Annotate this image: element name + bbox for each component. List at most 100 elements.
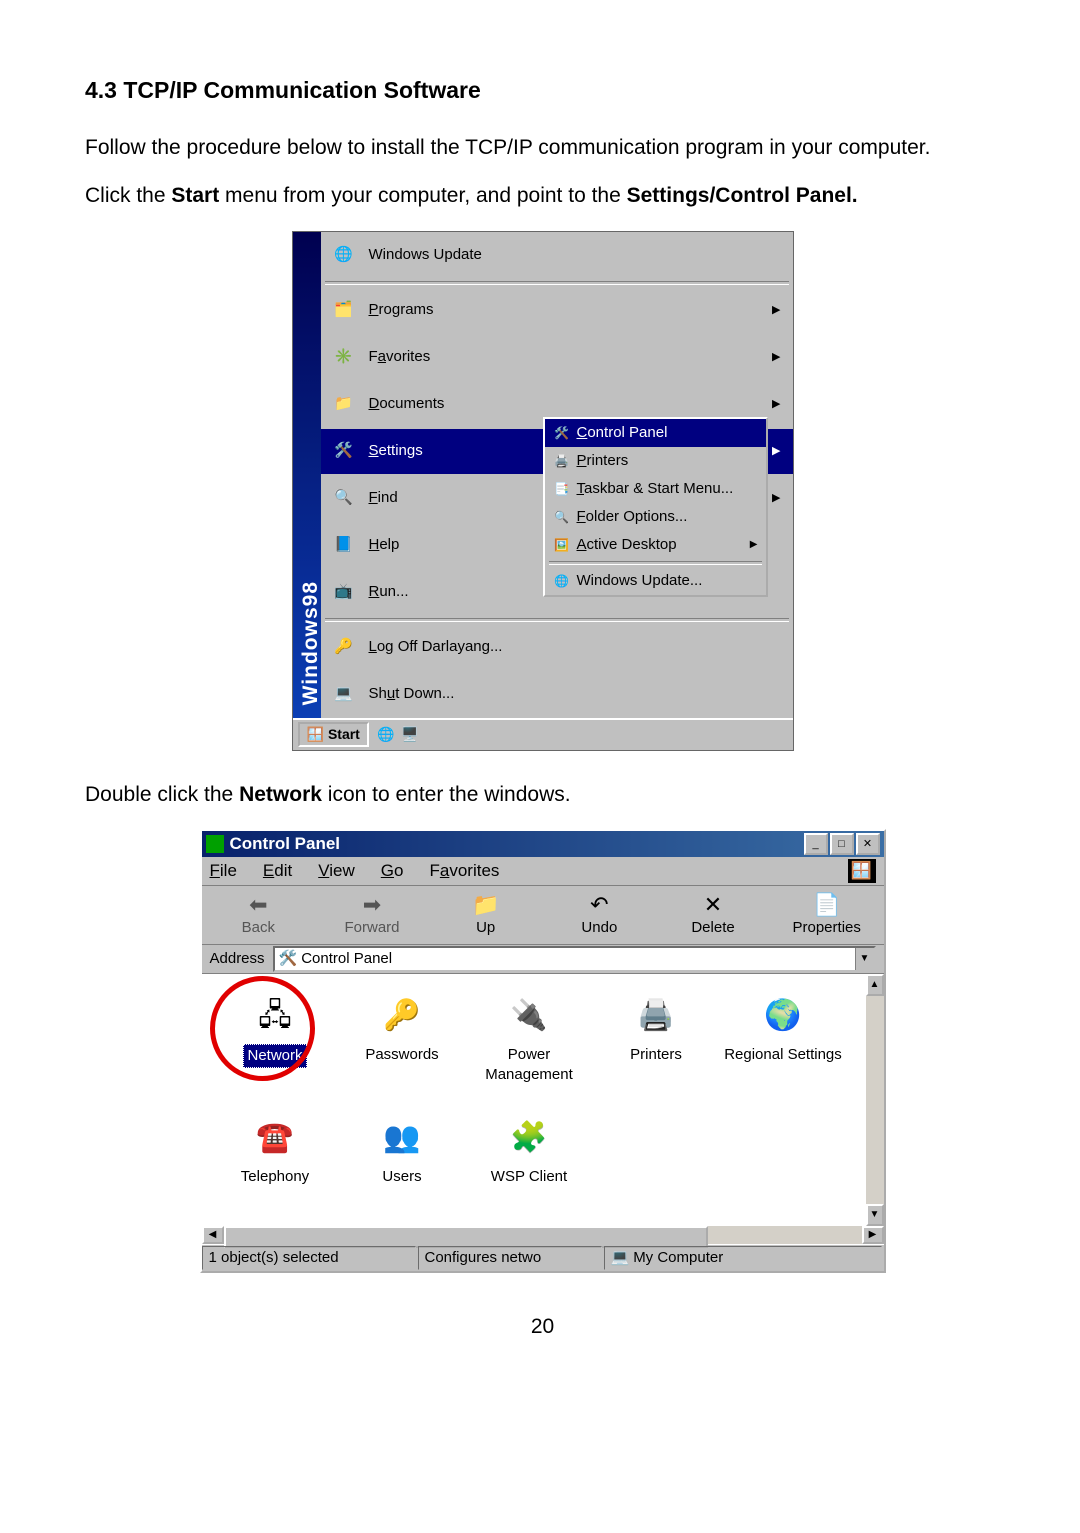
chevron-right-icon: ▶ xyxy=(772,303,780,318)
control-panel-window: Control Panel _ □ ✕ File Edit View Go Fa… xyxy=(200,829,886,1273)
printer-icon: 🖨️ xyxy=(553,452,571,470)
globe-icon: 🌐 xyxy=(331,242,357,268)
chevron-right-icon: ▶ xyxy=(750,538,758,552)
controlpanel-icon: 🛠️ xyxy=(553,424,571,442)
submenu-printers[interactable]: 🖨️ Printers xyxy=(545,447,766,475)
network-icon: 🖧 xyxy=(255,996,295,1036)
start-button[interactable]: 🪟 Start xyxy=(298,722,369,747)
intro-paragraph-2: Click the Start menu from your computer,… xyxy=(85,182,1000,210)
folder-options-icon: 🔍 xyxy=(553,508,571,526)
help-icon: 📘 xyxy=(331,532,357,558)
phone-icon: ☎️ xyxy=(255,1118,295,1158)
delete-button[interactable]: ✕Delete xyxy=(656,886,770,944)
chevron-right-icon: ▶ xyxy=(772,491,780,506)
status-bar: 1 object(s) selected Configures netwo 💻 … xyxy=(202,1244,884,1271)
menu-file[interactable]: File xyxy=(210,860,237,883)
start-menu-sidebar: Windows98 xyxy=(293,232,321,718)
up-button[interactable]: 📁Up xyxy=(429,886,543,944)
scroll-right-button[interactable]: ▶ xyxy=(862,1226,884,1244)
menu-programs[interactable]: 🗂️ Programs ▶ xyxy=(321,287,793,334)
menu-favorites[interactable]: ✳️ Favorites ▶ xyxy=(321,334,793,381)
undo-icon: ↶ xyxy=(590,892,608,918)
taskbar-icon: 📑 xyxy=(553,480,571,498)
controlpanel-icon: 🛠️ xyxy=(279,949,298,969)
shutdown-icon: 💻 xyxy=(331,681,357,707)
toolbar: ⬅Back ➡Forward 📁Up ↶Undo ✕Delete 📄Proper… xyxy=(202,886,884,945)
regional-applet[interactable]: 🌍 Regional Settings xyxy=(720,984,847,1106)
menu-view[interactable]: View xyxy=(318,860,355,883)
submenu-control-panel[interactable]: 🛠️ Control Panel xyxy=(545,419,766,447)
back-icon: ⬅ xyxy=(249,892,267,918)
globe-icon: 🌍 xyxy=(763,996,803,1036)
users-applet[interactable]: 👥 Users xyxy=(339,1106,466,1226)
dropdown-button[interactable]: ▼ xyxy=(855,948,874,970)
menu-logoff[interactable]: 🔑 Log Off Darlayang... xyxy=(321,624,793,671)
close-button[interactable]: ✕ xyxy=(856,833,880,855)
network-applet[interactable]: 🖧 Network xyxy=(212,984,339,1106)
printer-icon: 🖨️ xyxy=(636,996,676,1036)
up-icon: 📁 xyxy=(472,892,499,918)
scroll-down-button[interactable]: ▼ xyxy=(866,1204,884,1226)
globe-icon: 🌐 xyxy=(553,572,571,590)
menu-go[interactable]: Go xyxy=(381,860,404,883)
logoff-icon: 🔑 xyxy=(331,634,357,660)
computer-icon: 💻 xyxy=(611,1248,630,1268)
folder-icon: 📁 xyxy=(331,391,357,417)
power-applet[interactable]: 🔌 Power Management xyxy=(466,984,593,1106)
titlebar: Control Panel _ □ ✕ xyxy=(202,831,884,857)
active-desktop-icon: 🖼️ xyxy=(553,536,571,554)
menu-windows-update[interactable]: 🌐 Windows Update xyxy=(321,232,793,279)
status-location: 💻 My Computer xyxy=(604,1246,882,1270)
chevron-right-icon: ▶ xyxy=(772,397,780,412)
menu-shutdown[interactable]: 💻 Shut Down... xyxy=(321,671,793,718)
address-label: Address xyxy=(210,949,265,969)
run-icon: 📺 xyxy=(331,579,357,605)
wsp-icon: 🧩 xyxy=(509,1118,549,1158)
printers-applet[interactable]: 🖨️ Printers xyxy=(593,984,720,1106)
paragraph-3: Double click the Network icon to enter t… xyxy=(85,781,1000,809)
taskbar: 🪟 Start 🌐 🖥️ xyxy=(293,718,793,750)
search-icon: 🔍 xyxy=(331,485,357,511)
scrollbar-vertical[interactable]: ▲ ▼ xyxy=(866,974,884,1226)
menu-edit[interactable]: Edit xyxy=(263,860,292,883)
settings-submenu: 🛠️ Control Panel 🖨️ Printers 📑 Taskbar &… xyxy=(543,417,768,597)
desktop-icon[interactable]: 🖥️ xyxy=(401,726,419,744)
windows-logo-icon: 🪟 xyxy=(848,859,876,883)
submenu-active-desktop[interactable]: 🖼️ Active Desktop ▶ xyxy=(545,531,766,559)
properties-icon: 📄 xyxy=(813,892,840,918)
forward-button[interactable]: ➡Forward xyxy=(315,886,429,944)
address-input[interactable]: 🛠️ Control Panel ▼ xyxy=(273,946,876,972)
wsp-applet[interactable]: 🧩 WSP Client xyxy=(466,1106,593,1226)
minimize-button[interactable]: _ xyxy=(804,833,828,855)
star-icon: ✳️ xyxy=(331,344,357,370)
menubar: File Edit View Go Favorites 🪟 xyxy=(202,857,884,886)
passwords-applet[interactable]: 🔑 Passwords xyxy=(339,984,466,1106)
controlpanel-icon xyxy=(206,835,224,853)
back-button[interactable]: ⬅Back xyxy=(202,886,316,944)
scroll-left-button[interactable]: ◀ xyxy=(202,1226,224,1244)
key-icon: 🔑 xyxy=(382,996,422,1036)
section-heading: 4.3 TCP/IP Communication Software xyxy=(85,75,1000,106)
scrollbar-horizontal[interactable]: ◀ ▶ xyxy=(202,1226,884,1244)
page-number: 20 xyxy=(85,1313,1000,1341)
status-description: Configures netwo xyxy=(418,1246,602,1270)
maximize-button[interactable]: □ xyxy=(830,833,854,855)
start-menu-screenshot: Windows98 🌐 Windows Update 🗂️ Programs ▶ xyxy=(292,231,794,751)
ie-icon[interactable]: 🌐 xyxy=(377,726,395,744)
chevron-right-icon: ▶ xyxy=(772,444,780,459)
intro-paragraph-1: Follow the procedure below to install th… xyxy=(85,134,1000,162)
users-icon: 👥 xyxy=(382,1118,422,1158)
undo-button[interactable]: ↶Undo xyxy=(543,886,657,944)
status-selection: 1 object(s) selected xyxy=(202,1246,416,1270)
chevron-right-icon: ▶ xyxy=(772,350,780,365)
submenu-folder-options[interactable]: 🔍 Folder Options... xyxy=(545,503,766,531)
scroll-up-button[interactable]: ▲ xyxy=(866,974,884,996)
telephony-applet[interactable]: ☎️ Telephony xyxy=(212,1106,339,1226)
submenu-windows-update[interactable]: 🌐 Windows Update... xyxy=(545,567,766,595)
submenu-taskbar[interactable]: 📑 Taskbar & Start Menu... xyxy=(545,475,766,503)
menu-favorites[interactable]: Favorites xyxy=(429,860,499,883)
properties-button[interactable]: 📄Properties xyxy=(770,886,884,944)
delete-icon: ✕ xyxy=(704,892,722,918)
icon-area: 🖧 Network 🔑 Passwords 🔌 Power Management… xyxy=(202,974,884,1226)
scroll-thumb[interactable] xyxy=(224,1226,708,1248)
